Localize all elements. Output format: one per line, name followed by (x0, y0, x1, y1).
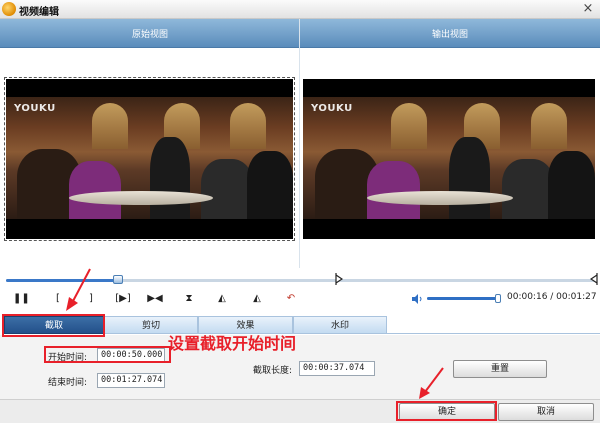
volume-handle[interactable] (495, 294, 502, 303)
app-logo-icon (2, 2, 16, 16)
arrow-icon (66, 268, 91, 311)
ok-button-highlight (396, 401, 497, 421)
trim-length-field: 00:00:37.074 (299, 361, 375, 376)
pause-button[interactable]: ❚❚ (13, 292, 30, 306)
arrow-icon (419, 367, 444, 399)
close-button[interactable]: × (580, 2, 596, 17)
time-readout: 00:00:16 / 00:01:27 (507, 292, 597, 302)
speaker-icon[interactable] (411, 293, 423, 305)
timeline-playhead[interactable] (113, 275, 124, 284)
output-video-frame: YOUKU (303, 97, 595, 219)
end-marker-icon[interactable] (590, 273, 598, 285)
start-marker-icon[interactable] (335, 273, 343, 285)
rotate-left-button[interactable]: ◭ (214, 292, 230, 306)
source-video-frame: YOUKU (6, 97, 293, 219)
end-time-field[interactable]: 00:01:27.074 (97, 373, 165, 388)
start-time-highlight (44, 346, 171, 363)
end-time-label: 结束时间: (48, 378, 88, 388)
youku-logo: YOUKU (311, 103, 353, 114)
skip-button[interactable]: ▶◀ (146, 292, 164, 306)
source-view-title: 原始视图 (131, 30, 168, 40)
flip-vertical-button[interactable]: ⧗ (181, 292, 197, 306)
rotate-right-button[interactable]: ◭ (249, 292, 265, 306)
timeline-progress (6, 279, 119, 282)
timeline-slider[interactable] (6, 273, 598, 285)
output-view-title: 输出视图 (431, 30, 468, 40)
volume-level (427, 297, 499, 300)
youku-logo: YOUKU (14, 103, 56, 114)
panel-header-bar: 原始视图 输出视图 (0, 19, 600, 48)
reset-button[interactable]: 重置 (453, 360, 547, 378)
dialog-button-bar: 确定 取消 (0, 399, 600, 423)
window-title: 视频编辑 (19, 7, 59, 18)
source-preview[interactable]: YOUKU (4, 77, 295, 241)
trim-tab-highlight (2, 314, 105, 337)
annotation-text: 设置截取开始时间 (168, 334, 297, 353)
trim-length-label: 截取长度: (253, 366, 293, 376)
undo-button[interactable]: ↶ (283, 292, 299, 306)
tab-watermark[interactable]: 水印 (293, 316, 387, 334)
cancel-button[interactable]: 取消 (498, 403, 594, 421)
volume-slider[interactable] (427, 294, 502, 303)
output-preview: YOUKU (303, 79, 595, 239)
panel-divider (299, 19, 300, 268)
next-frame-button[interactable]: [▶] (112, 292, 134, 306)
title-bar: 视频编辑 × (0, 0, 600, 19)
trim-settings-panel: 开始时间: 00:00:50.000 结束时间: 00:01:27.074 截取… (0, 335, 600, 399)
